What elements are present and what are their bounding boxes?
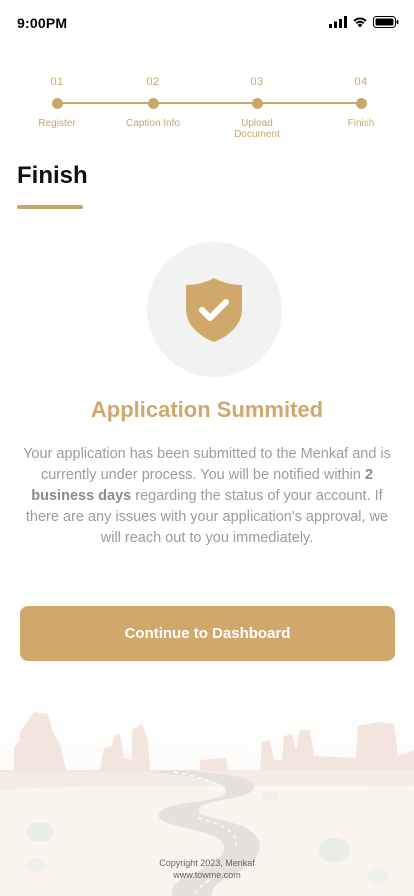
title-underline	[17, 205, 83, 209]
step-dot	[147, 98, 159, 109]
success-illustration	[147, 242, 282, 377]
step-finish: 04 Finish	[311, 74, 411, 129]
success-message: Your application has been submitted to t…	[20, 444, 394, 549]
footer: Copyright 2023, Menkaf www.towme.com	[0, 857, 414, 881]
shield-check-icon	[186, 278, 242, 342]
step-number: 01	[50, 76, 64, 88]
step-upload-document: 03 Upload Document	[207, 74, 307, 140]
step-register: 01 Register	[7, 74, 107, 129]
step-dot	[51, 98, 63, 109]
page-title: Finish	[17, 162, 88, 189]
step-label: Upload Document	[234, 118, 280, 140]
message-text: Your application has been submitted to t…	[23, 446, 391, 483]
status-bar: 9:00PM	[0, 0, 414, 44]
continue-to-dashboard-button[interactable]: Continue to Dashboard	[20, 606, 395, 661]
step-dot	[355, 98, 367, 109]
step-number: 03	[250, 76, 264, 88]
wifi-icon	[353, 17, 367, 28]
step-number: 04	[354, 76, 368, 88]
step-label: Caption Info	[126, 118, 180, 129]
status-time: 9:00PM	[17, 15, 68, 31]
battery-icon	[373, 16, 399, 28]
status-icons	[329, 16, 399, 28]
step-caption-info: 02 Caption Info	[103, 74, 203, 129]
copyright-text: Copyright 2023, Menkaf	[159, 858, 255, 868]
signal-icon	[329, 16, 347, 28]
step-label: Register	[38, 118, 76, 129]
step-number: 02	[146, 76, 160, 88]
website-link[interactable]: www.towme.com	[0, 869, 414, 881]
success-title: Application Summited	[90, 397, 324, 422]
step-dot	[251, 98, 263, 109]
progress-stepper: 01 Register 02 Caption Info 03 Upload Do…	[0, 74, 414, 154]
step-label: Finish	[347, 118, 375, 129]
